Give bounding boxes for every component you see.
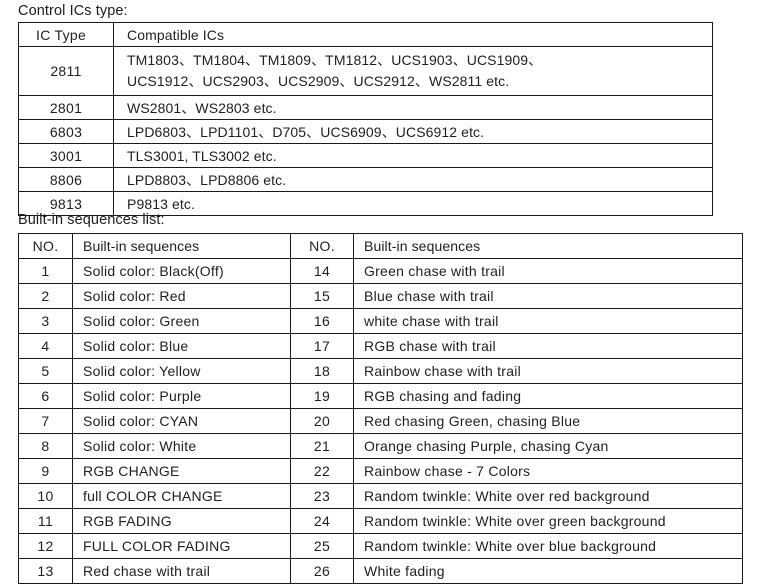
sequence-number-cell: 14: [290, 258, 354, 284]
table-row: 6 Solid color: Purple 19 RGB chasing and fa…: [18, 383, 743, 409]
table-header-row: NO. Built-in sequences NO. Built-in sequenc…: [18, 233, 743, 259]
sequence-number-cell: 6: [18, 383, 73, 409]
sequence-number-cell: 24: [290, 508, 354, 534]
sequence-number-cell: 23: [290, 483, 354, 509]
sequence-number-cell: 16: [290, 308, 354, 334]
sequence-description-cell: RGB FADING: [72, 508, 291, 534]
sequence-description-cell: Solid color: Green: [72, 308, 291, 334]
sequence-number-cell: 19: [290, 383, 354, 409]
sequence-description-cell: Random twinkle: White over red backgroun…: [353, 483, 743, 509]
table-row: 5 Solid color: Yellow 18 Rainbow chase with…: [18, 358, 743, 384]
sequence-description-cell: Orange chasing Purple, chasing Cyan: [353, 433, 743, 459]
built-in-sequences-list-caption: Built-in sequences list:: [18, 212, 165, 228]
table-row: 2801 WS2801、WS2803 etc.: [18, 95, 713, 120]
sequence-description-cell: Random twinkle: White over blue backgrou…: [353, 533, 743, 559]
compatible-ics-cell: LPD6803、LPD1101、D705、UCS6909、UCS6912 etc…: [113, 119, 713, 144]
column-header-sequences-right: Built-in sequences: [353, 233, 743, 259]
sequence-description-cell: Green chase with trail: [353, 258, 743, 284]
column-header-ic-type: IC Type: [18, 22, 114, 47]
ic-type-cell: 8806: [18, 167, 114, 192]
sequence-number-cell: 17: [290, 333, 354, 359]
table-row: 2811 TM1803、TM1804、TM1809、TM1812、UCS1903、…: [18, 46, 713, 96]
compatible-ics-line: UCS1912、UCS2903、UCS2909、UCS2912、WS2811 e…: [127, 73, 510, 89]
ic-type-cell: 3001: [18, 143, 114, 168]
sequence-description-cell: Red chasing Green, chasing Blue: [353, 408, 743, 434]
sequence-description-cell: White fading: [353, 558, 743, 584]
sequence-description-cell: RGB CHANGE: [72, 458, 291, 484]
column-header-compatible-ics: Compatible ICs: [113, 22, 713, 47]
column-header-no-left: NO.: [18, 233, 73, 259]
sequence-description-cell: Solid color: CYAN: [72, 408, 291, 434]
control-ics-type-table: IC Type Compatible ICs 2811 TM1803、TM1804、T…: [18, 22, 713, 216]
table-row: 10 full COLOR CHANGE 23 Random twinkle: Whi…: [18, 483, 743, 509]
table-row: 6803 LPD6803、LPD1101、D705、UCS6909、UCS6912…: [18, 119, 713, 144]
compatible-ics-cell: WS2801、WS2803 etc.: [113, 95, 713, 120]
table-row: 8 Solid color: White 21 Orange chasing Purp…: [18, 433, 743, 459]
sequence-description-cell: Random twinkle: White over green backgro…: [353, 508, 743, 534]
table-row: 4 Solid color: Blue 17 RGB chase with trail: [18, 333, 743, 359]
sequence-description-cell: RGB chasing and fading: [353, 383, 743, 409]
ic-type-cell: 2811: [18, 46, 114, 96]
sequence-description-cell: Solid color: Blue: [72, 333, 291, 359]
sequence-number-cell: 3: [18, 308, 73, 334]
sequence-number-cell: 1: [18, 258, 73, 284]
sequence-description-cell: full COLOR CHANGE: [72, 483, 291, 509]
built-in-sequences-table: NO. Built-in sequences NO. Built-in sequenc…: [18, 233, 743, 584]
sequence-description-cell: RGB chase with trail: [353, 333, 743, 359]
sequence-number-cell: 9: [18, 458, 73, 484]
sequence-number-cell: 11: [18, 508, 73, 534]
ic-type-cell: 6803: [18, 119, 114, 144]
sequence-description-cell: Solid color: White: [72, 433, 291, 459]
table-row: 13 Red chase with trail 26 White fading: [18, 558, 743, 584]
table-row: 3 Solid color: Green 16 white chase with tr…: [18, 308, 743, 334]
table-row: 2 Solid color: Red 15 Blue chase with trail: [18, 283, 743, 309]
table-row: 12 FULL COLOR FADING 25 Random twinkle: Whi…: [18, 533, 743, 559]
compatible-ics-line: TM1803、TM1804、TM1809、TM1812、UCS1903、UCS1…: [127, 52, 543, 68]
sequence-description-cell: Solid color: Black(Off): [72, 258, 291, 284]
sequence-number-cell: 22: [290, 458, 354, 484]
table-row: 1 Solid color: Black(Off) 14 Green chase wi…: [18, 258, 743, 284]
sequence-description-cell: Rainbow chase - 7 Colors: [353, 458, 743, 484]
sequence-number-cell: 2: [18, 283, 73, 309]
table-row: 11 RGB FADING 24 Random twinkle: White over…: [18, 508, 743, 534]
sequence-description-cell: white chase with trail: [353, 308, 743, 334]
compatible-ics-lines: TM1803、TM1804、TM1809、TM1812、UCS1903、UCS1…: [127, 50, 706, 92]
sequence-number-cell: 5: [18, 358, 73, 384]
sequence-number-cell: 12: [18, 533, 73, 559]
compatible-ics-cell: TLS3001, TLS3002 etc.: [113, 143, 713, 168]
compatible-ics-cell: LPD8803、LPD8806 etc.: [113, 167, 713, 192]
document-page: Control ICs type: IC Type Compatible ICs 2…: [0, 0, 767, 584]
compatible-ics-cell: P9813 etc.: [113, 191, 713, 216]
sequence-number-cell: 26: [290, 558, 354, 584]
sequence-number-cell: 21: [290, 433, 354, 459]
column-header-no-right: NO.: [290, 233, 354, 259]
sequence-number-cell: 15: [290, 283, 354, 309]
sequence-number-cell: 8: [18, 433, 73, 459]
sequence-number-cell: 13: [18, 558, 73, 584]
table-row: 7 Solid color: CYAN 20 Red chasing Green, c…: [18, 408, 743, 434]
sequence-number-cell: 25: [290, 533, 354, 559]
sequence-number-cell: 18: [290, 358, 354, 384]
table-row: 3001 TLS3001, TLS3002 etc.: [18, 143, 713, 168]
table-row: 9 RGB CHANGE 22 Rainbow chase - 7 Colors: [18, 458, 743, 484]
sequence-description-cell: Blue chase with trail: [353, 283, 743, 309]
sequence-number-cell: 20: [290, 408, 354, 434]
compatible-ics-cell: TM1803、TM1804、TM1809、TM1812、UCS1903、UCS1…: [113, 46, 713, 96]
sequence-description-cell: Solid color: Red: [72, 283, 291, 309]
column-header-sequences-left: Built-in sequences: [72, 233, 291, 259]
ic-type-cell: 2801: [18, 95, 114, 120]
sequence-description-cell: Rainbow chase with trail: [353, 358, 743, 384]
table-row: 8806 LPD8803、LPD8806 etc.: [18, 167, 713, 192]
sequence-number-cell: 4: [18, 333, 73, 359]
sequence-description-cell: FULL COLOR FADING: [72, 533, 291, 559]
sequence-number-cell: 7: [18, 408, 73, 434]
sequence-description-cell: Solid color: Yellow: [72, 358, 291, 384]
table-header-row: IC Type Compatible ICs: [18, 22, 713, 47]
sequence-number-cell: 10: [18, 483, 73, 509]
sequence-description-cell: Solid color: Purple: [72, 383, 291, 409]
sequence-description-cell: Red chase with trail: [72, 558, 291, 584]
control-ics-type-caption: Control ICs type:: [18, 3, 128, 19]
